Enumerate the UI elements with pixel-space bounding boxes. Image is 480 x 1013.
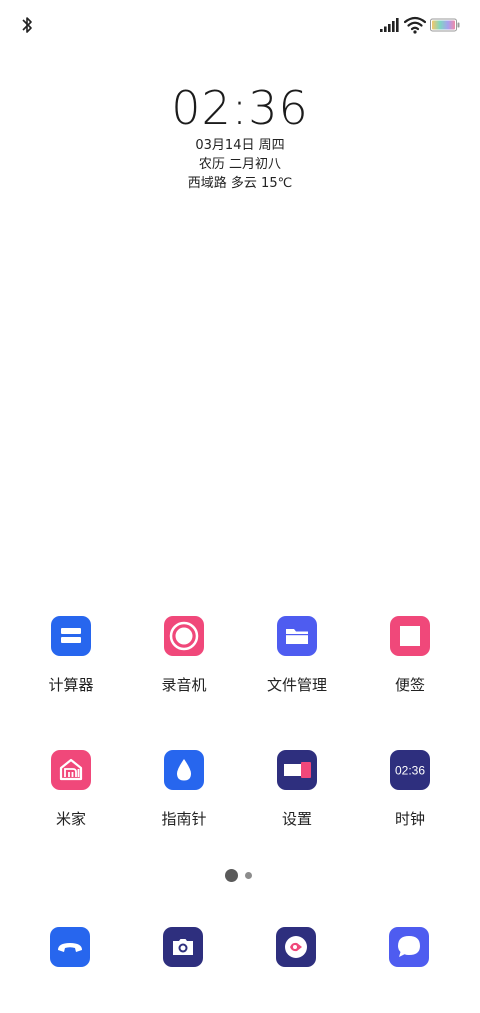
battery-icon	[430, 18, 460, 32]
clock-date: 03月14日 周四	[195, 138, 285, 153]
bluetooth-icon	[22, 17, 32, 33]
app-file-manager[interactable]: 文件管理	[242, 616, 352, 695]
app-calculator[interactable]: 计算器	[16, 616, 126, 695]
camera-icon	[173, 939, 193, 955]
clock-icon-time: 02:36	[395, 764, 425, 778]
app-label: 时钟	[394, 810, 425, 828]
dock-phone[interactable]	[50, 927, 90, 967]
app-compass[interactable]: 指南针	[129, 750, 239, 829]
clock-icon: 02:36	[390, 750, 430, 790]
cellular-signal-icon	[380, 18, 399, 32]
app-label: 米家	[55, 810, 86, 828]
page-indicator-active[interactable]	[225, 869, 238, 882]
app-label: 录音机	[161, 676, 207, 694]
app-notes[interactable]: 便签	[355, 616, 465, 695]
app-clock[interactable]: 02:36 时钟	[355, 750, 465, 829]
phone-icon	[58, 943, 82, 952]
notes-icon	[390, 616, 430, 656]
compass-icon	[164, 750, 204, 790]
clock-lunar-date: 农历 二月初八	[198, 157, 282, 172]
folder-icon	[277, 616, 317, 656]
app-label: 指南针	[161, 810, 207, 828]
dock-messages[interactable]	[389, 927, 429, 967]
page-indicator-dot[interactable]	[245, 872, 252, 879]
clock-weather: 西域路 多云 15℃	[187, 176, 293, 191]
messages-icon	[398, 936, 420, 957]
app-settings[interactable]: 设置	[242, 750, 352, 829]
browser-icon	[285, 936, 307, 958]
settings-icon	[277, 750, 317, 790]
calculator-icon	[51, 616, 91, 656]
dock-camera[interactable]	[163, 927, 203, 967]
app-label: 文件管理	[266, 676, 327, 694]
dock-browser[interactable]	[276, 927, 316, 967]
app-label: 便签	[394, 676, 425, 694]
clock-time: 02:36	[171, 81, 309, 135]
clock-widget[interactable]: 02:36 03月14日 周四 农历 二月初八 西域路 多云 15℃	[0, 80, 480, 193]
app-recorder[interactable]: 录音机	[129, 616, 239, 695]
mi-home-icon	[51, 750, 91, 790]
app-mi-home[interactable]: 米家	[16, 750, 126, 829]
status-bar	[0, 0, 480, 50]
app-label: 计算器	[48, 676, 94, 694]
wifi-icon	[404, 16, 426, 34]
recorder-icon	[164, 616, 204, 656]
app-label: 设置	[281, 810, 312, 828]
